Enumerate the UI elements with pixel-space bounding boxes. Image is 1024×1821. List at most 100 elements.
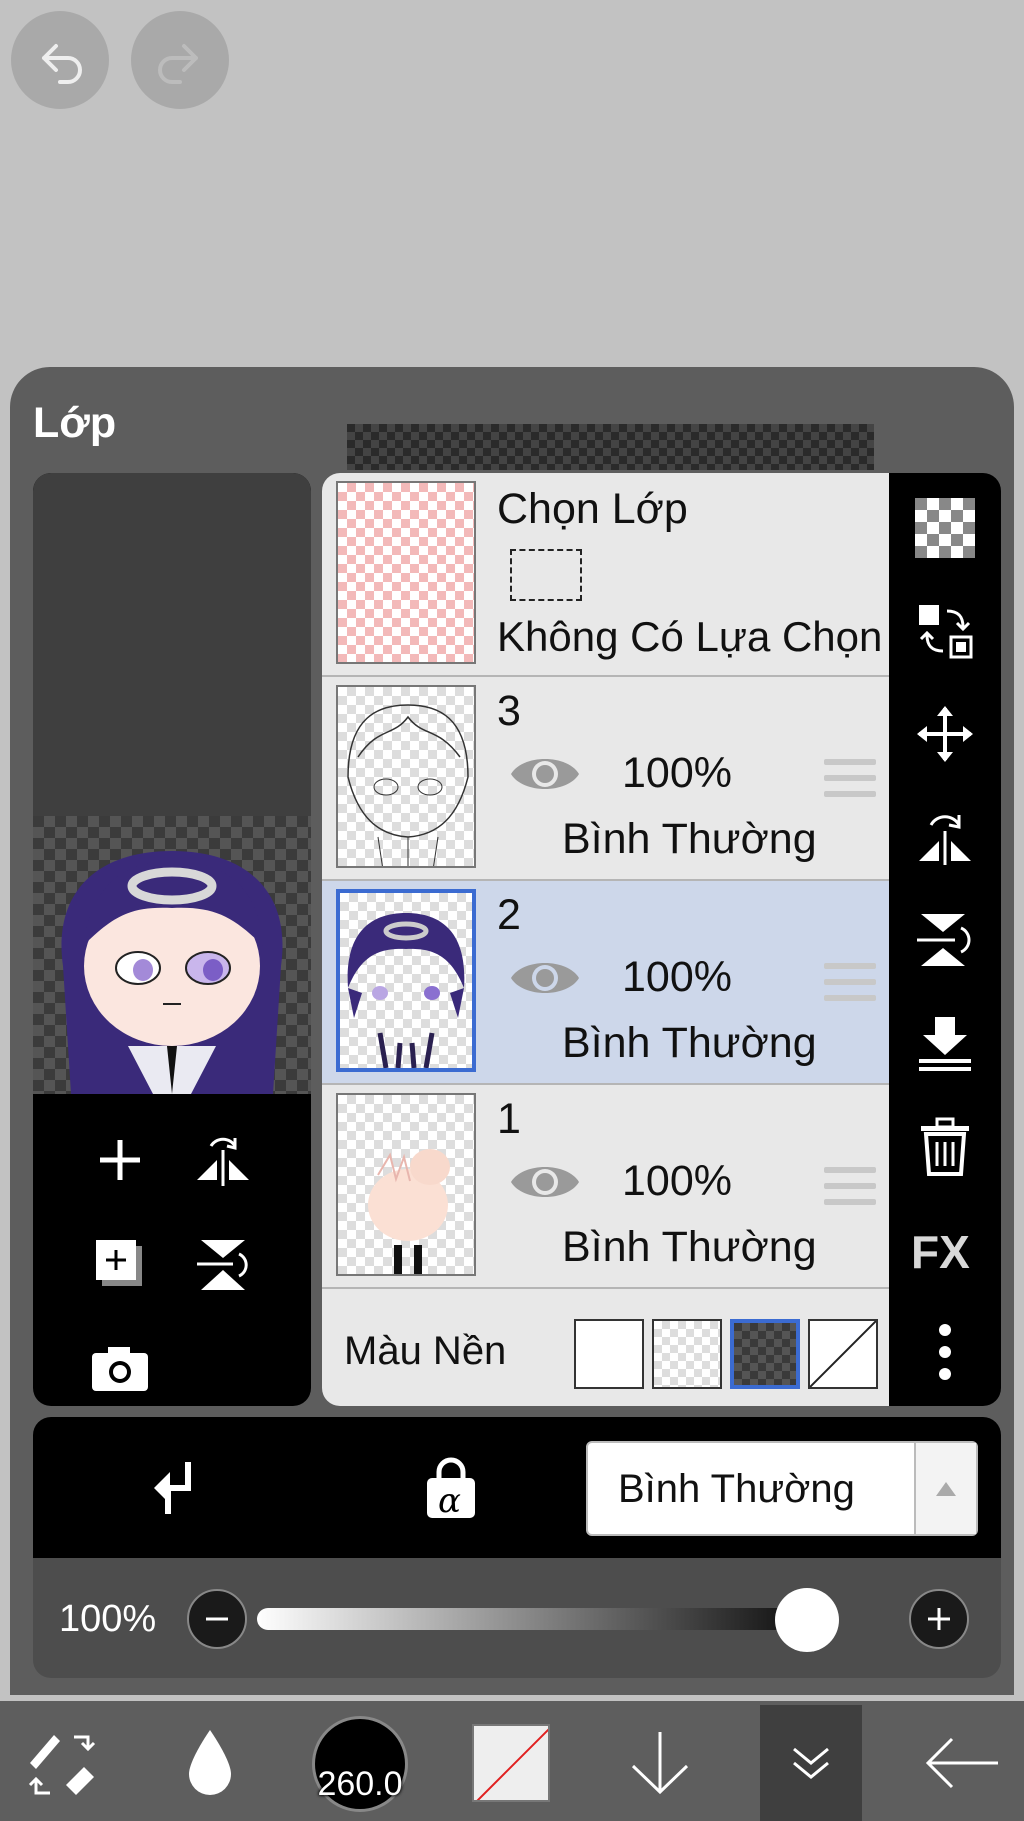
fx-icon: FX: [911, 1226, 970, 1274]
selection-layer-thumbnail: [336, 481, 476, 664]
background-white-swatch[interactable]: [574, 1319, 644, 1389]
arrow-down-icon: [631, 1732, 689, 1795]
opacity-increase-button[interactable]: [909, 1589, 969, 1649]
arrow-left-icon: [925, 1737, 998, 1789]
visibility-toggle[interactable]: [508, 749, 582, 804]
layer-blend-mode: Bình Thường: [562, 815, 817, 863]
double-chevron-down-icon: [793, 1747, 829, 1779]
back-button[interactable]: [912, 1713, 1012, 1813]
layer-opacity: 100%: [622, 749, 732, 797]
preview-background: [33, 473, 311, 816]
flip-horizontal-button[interactable]: [910, 802, 980, 872]
opacity-slider-thumb[interactable]: [775, 1588, 839, 1652]
visibility-toggle[interactable]: [508, 1157, 582, 1212]
flip-layer-vertical-button[interactable]: [188, 1229, 258, 1299]
merge-down-icon: [919, 1017, 971, 1071]
clipping-button[interactable]: [139, 1453, 209, 1523]
layer-opacity: 100%: [622, 1157, 732, 1205]
rotate-flip-icon: [919, 815, 971, 865]
opacity-slider[interactable]: [257, 1608, 837, 1630]
drag-handle-icon[interactable]: [824, 963, 876, 1011]
selection-layer-row[interactable]: Chọn Lớp Không Có Lựa Chọn: [322, 473, 889, 677]
import-photo-button[interactable]: [85, 1333, 155, 1403]
blend-mode-bar: α Bình Thường: [33, 1417, 1001, 1558]
blend-mode-value: Bình Thường: [618, 1467, 855, 1511]
eye-icon: [511, 1167, 579, 1197]
blend-mode-select[interactable]: Bình Thường: [586, 1441, 978, 1536]
none-slash-icon: [810, 1321, 876, 1387]
move-icon: [917, 706, 973, 762]
background-label: Màu Nền: [344, 1329, 507, 1373]
brush-size-value: 260.0: [317, 1765, 403, 1803]
layer-list: Chọn Lớp Không Có Lựa Chọn 3 100% Bình T…: [322, 473, 889, 1406]
panel-title: Lớp: [33, 399, 117, 447]
swap-layers-button[interactable]: [910, 596, 980, 666]
layer-blend-mode: Bình Thường: [562, 1019, 817, 1067]
layer-opacity: 100%: [622, 953, 732, 1001]
dropper-button[interactable]: [160, 1713, 260, 1813]
redo-button[interactable]: [131, 11, 229, 109]
layer-row[interactable]: 1 100% Bình Thường: [322, 1085, 889, 1289]
svg-text:α: α: [438, 1481, 461, 1520]
merge-down-button[interactable]: [910, 1008, 980, 1078]
swap-icon: [919, 605, 973, 659]
visibility-toggle[interactable]: [508, 953, 582, 1008]
alpha-lock-button[interactable]: α: [416, 1453, 486, 1523]
drag-handle-icon[interactable]: [824, 1167, 876, 1215]
more-icon: [939, 1324, 951, 1380]
add-layer-button[interactable]: [85, 1125, 155, 1195]
dropdown-arrow-icon: [914, 1443, 976, 1534]
transparency-button[interactable]: [910, 493, 980, 563]
no-color-slash-icon: [476, 1728, 548, 1800]
layer-strip-preview: [347, 424, 874, 470]
brush-eraser-toggle[interactable]: [12, 1713, 112, 1813]
drag-handle-icon[interactable]: [824, 759, 876, 807]
trash-icon: [921, 1117, 969, 1176]
layer-number: 1: [497, 1095, 521, 1143]
layer-thumbnail: [336, 889, 476, 1072]
background-none-swatch[interactable]: [808, 1319, 878, 1389]
flip-vertical-icon: [917, 914, 971, 966]
color-swatch-button[interactable]: [472, 1724, 550, 1802]
undo-icon: [42, 44, 82, 84]
duplicate-layer-button[interactable]: [85, 1229, 155, 1299]
eye-icon: [511, 963, 579, 993]
duplicate-layer-icon: [96, 1240, 142, 1286]
selection-layer-title: Chọn Lớp: [497, 485, 688, 533]
layer-number: 3: [497, 687, 521, 735]
skin-thumbnail: [368, 1149, 450, 1274]
move-layer-button[interactable]: [910, 699, 980, 769]
opacity-bar: 100%: [33, 1558, 1001, 1678]
drop-icon: [189, 1730, 231, 1795]
layer-preview-area: [33, 473, 311, 1406]
flip-vertical-button[interactable]: [910, 905, 980, 975]
layer-row[interactable]: 3 100% Bình Thường: [322, 677, 889, 881]
opacity-decrease-button[interactable]: [187, 1589, 247, 1649]
move-down-button[interactable]: [610, 1713, 710, 1813]
add-layer-icon: [100, 1140, 140, 1180]
redo-icon: [158, 44, 198, 84]
svg-text:FX: FX: [911, 1226, 970, 1274]
character-preview: [61, 851, 283, 1094]
background-transparent-swatch[interactable]: [652, 1319, 722, 1389]
layer-row-selected[interactable]: 2 100% Bình Thường: [322, 881, 889, 1085]
layer-thumbnail: [336, 1093, 476, 1276]
minus-icon: [206, 1617, 228, 1621]
bottom-toolbar: 260.0: [0, 1701, 1024, 1821]
selection-marquee-icon: [510, 549, 582, 601]
layer-number: 2: [497, 891, 521, 939]
alpha-lock-icon: α: [427, 1457, 475, 1520]
flip-horizontal-icon: [197, 1137, 249, 1186]
camera-icon: [92, 1347, 148, 1391]
canvas-preview[interactable]: [33, 816, 311, 1094]
undo-button[interactable]: [11, 11, 109, 109]
layer-tools-sidebar: FX: [889, 473, 1001, 1406]
filter-fx-button[interactable]: FX: [910, 1214, 980, 1284]
delete-layer-button[interactable]: [910, 1111, 980, 1181]
plus-icon: [928, 1608, 950, 1630]
more-options-button[interactable]: [910, 1317, 980, 1387]
flip-layer-horizontal-button[interactable]: [188, 1125, 258, 1195]
layers-tab-button[interactable]: [760, 1705, 862, 1821]
background-dark-checker-swatch[interactable]: [730, 1319, 800, 1389]
flip-vertical-icon: [197, 1240, 248, 1290]
